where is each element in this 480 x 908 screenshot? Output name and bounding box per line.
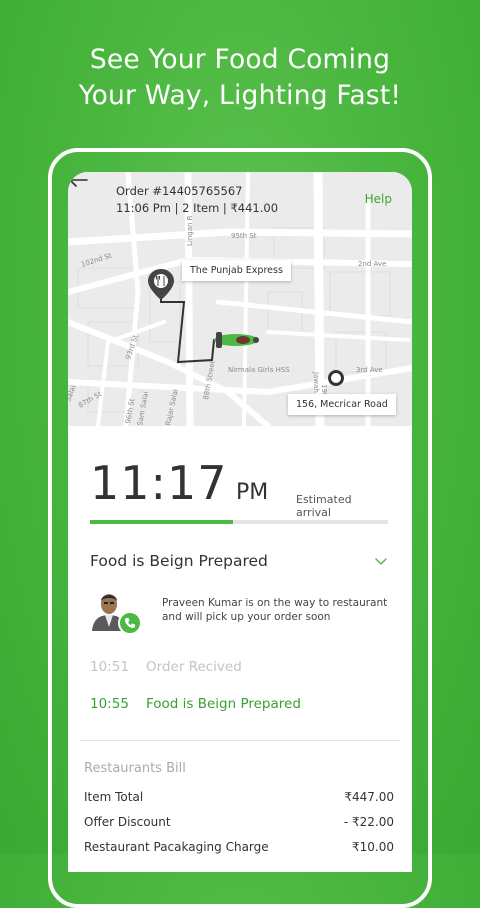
delivery-progress-fill bbox=[90, 520, 234, 524]
order-meta: 11:06 Pm | 2 Item | ₹441.00 bbox=[116, 201, 279, 215]
order-header: Order #14405765567 11:06 Pm | 2 Item | ₹… bbox=[68, 172, 412, 224]
bill-row-amount: ₹447.00 bbox=[344, 790, 394, 804]
bill-row-label: Restaurant Pacakaging Charge bbox=[84, 840, 269, 854]
timeline-time: 10:55 bbox=[90, 696, 129, 712]
destination-marker-icon[interactable] bbox=[328, 370, 344, 386]
driver-message: Praveen Kumar is on the way to restauran… bbox=[162, 597, 388, 623]
destination-callout: 156, Mecricar Road bbox=[288, 394, 396, 415]
timeline-item: 10:51 Order Recived bbox=[90, 659, 242, 675]
timeline-time: 10:51 bbox=[90, 659, 129, 675]
bill-title: Restaurants Bill bbox=[84, 761, 186, 776]
promo-headline: See Your Food Coming Your Way, Lighting … bbox=[0, 42, 480, 114]
bill-row-amount: ₹10.00 bbox=[352, 840, 394, 854]
app-screen: 95th St 102nd St 2nd Ave Lingan R 93rd S… bbox=[68, 172, 412, 872]
back-arrow-icon[interactable] bbox=[68, 172, 88, 188]
eta-ampm: PM bbox=[236, 480, 269, 505]
bill-row-label: Offer Discount bbox=[84, 815, 171, 829]
timeline-label: Food is Beign Prepared bbox=[146, 696, 301, 712]
tracking-map[interactable]: 95th St 102nd St 2nd Ave Lingan R 93rd S… bbox=[68, 172, 412, 426]
bill-row-label: Item Total bbox=[84, 790, 144, 804]
street-label: Jawah bbox=[312, 371, 320, 393]
street-label: 95th St bbox=[231, 232, 257, 240]
help-link[interactable]: Help bbox=[365, 192, 392, 206]
delivery-progress-bar bbox=[90, 520, 388, 524]
eta-row: 11:17 PM Estimated arrival bbox=[90, 456, 390, 519]
order-status-title[interactable]: Food is Beign Prepared bbox=[90, 552, 268, 570]
call-driver-button[interactable] bbox=[118, 611, 142, 635]
restaurant-callout: The Punjab Express bbox=[182, 260, 291, 281]
timeline-item: 10:55 Food is Beign Prepared bbox=[90, 696, 301, 712]
promo-headline-line1: See Your Food Coming bbox=[89, 44, 391, 75]
promo-headline-line2: Your Way, Lighting Fast! bbox=[78, 80, 402, 111]
eta-time: 11:17 bbox=[90, 456, 228, 510]
bill-row-amount: - ₹22.00 bbox=[343, 815, 394, 829]
phone-icon bbox=[125, 618, 135, 628]
street-label: 2nd Ave bbox=[358, 260, 386, 268]
street-label: Nirmala Girls HSS bbox=[228, 366, 290, 374]
eta-label: Estimated arrival bbox=[296, 493, 352, 519]
chevron-down-icon[interactable] bbox=[374, 556, 388, 566]
street-label: 3rd Ave bbox=[356, 366, 383, 374]
timeline-label: Order Recived bbox=[146, 659, 242, 675]
order-id: Order #14405765567 bbox=[116, 184, 243, 198]
divider bbox=[80, 740, 400, 741]
